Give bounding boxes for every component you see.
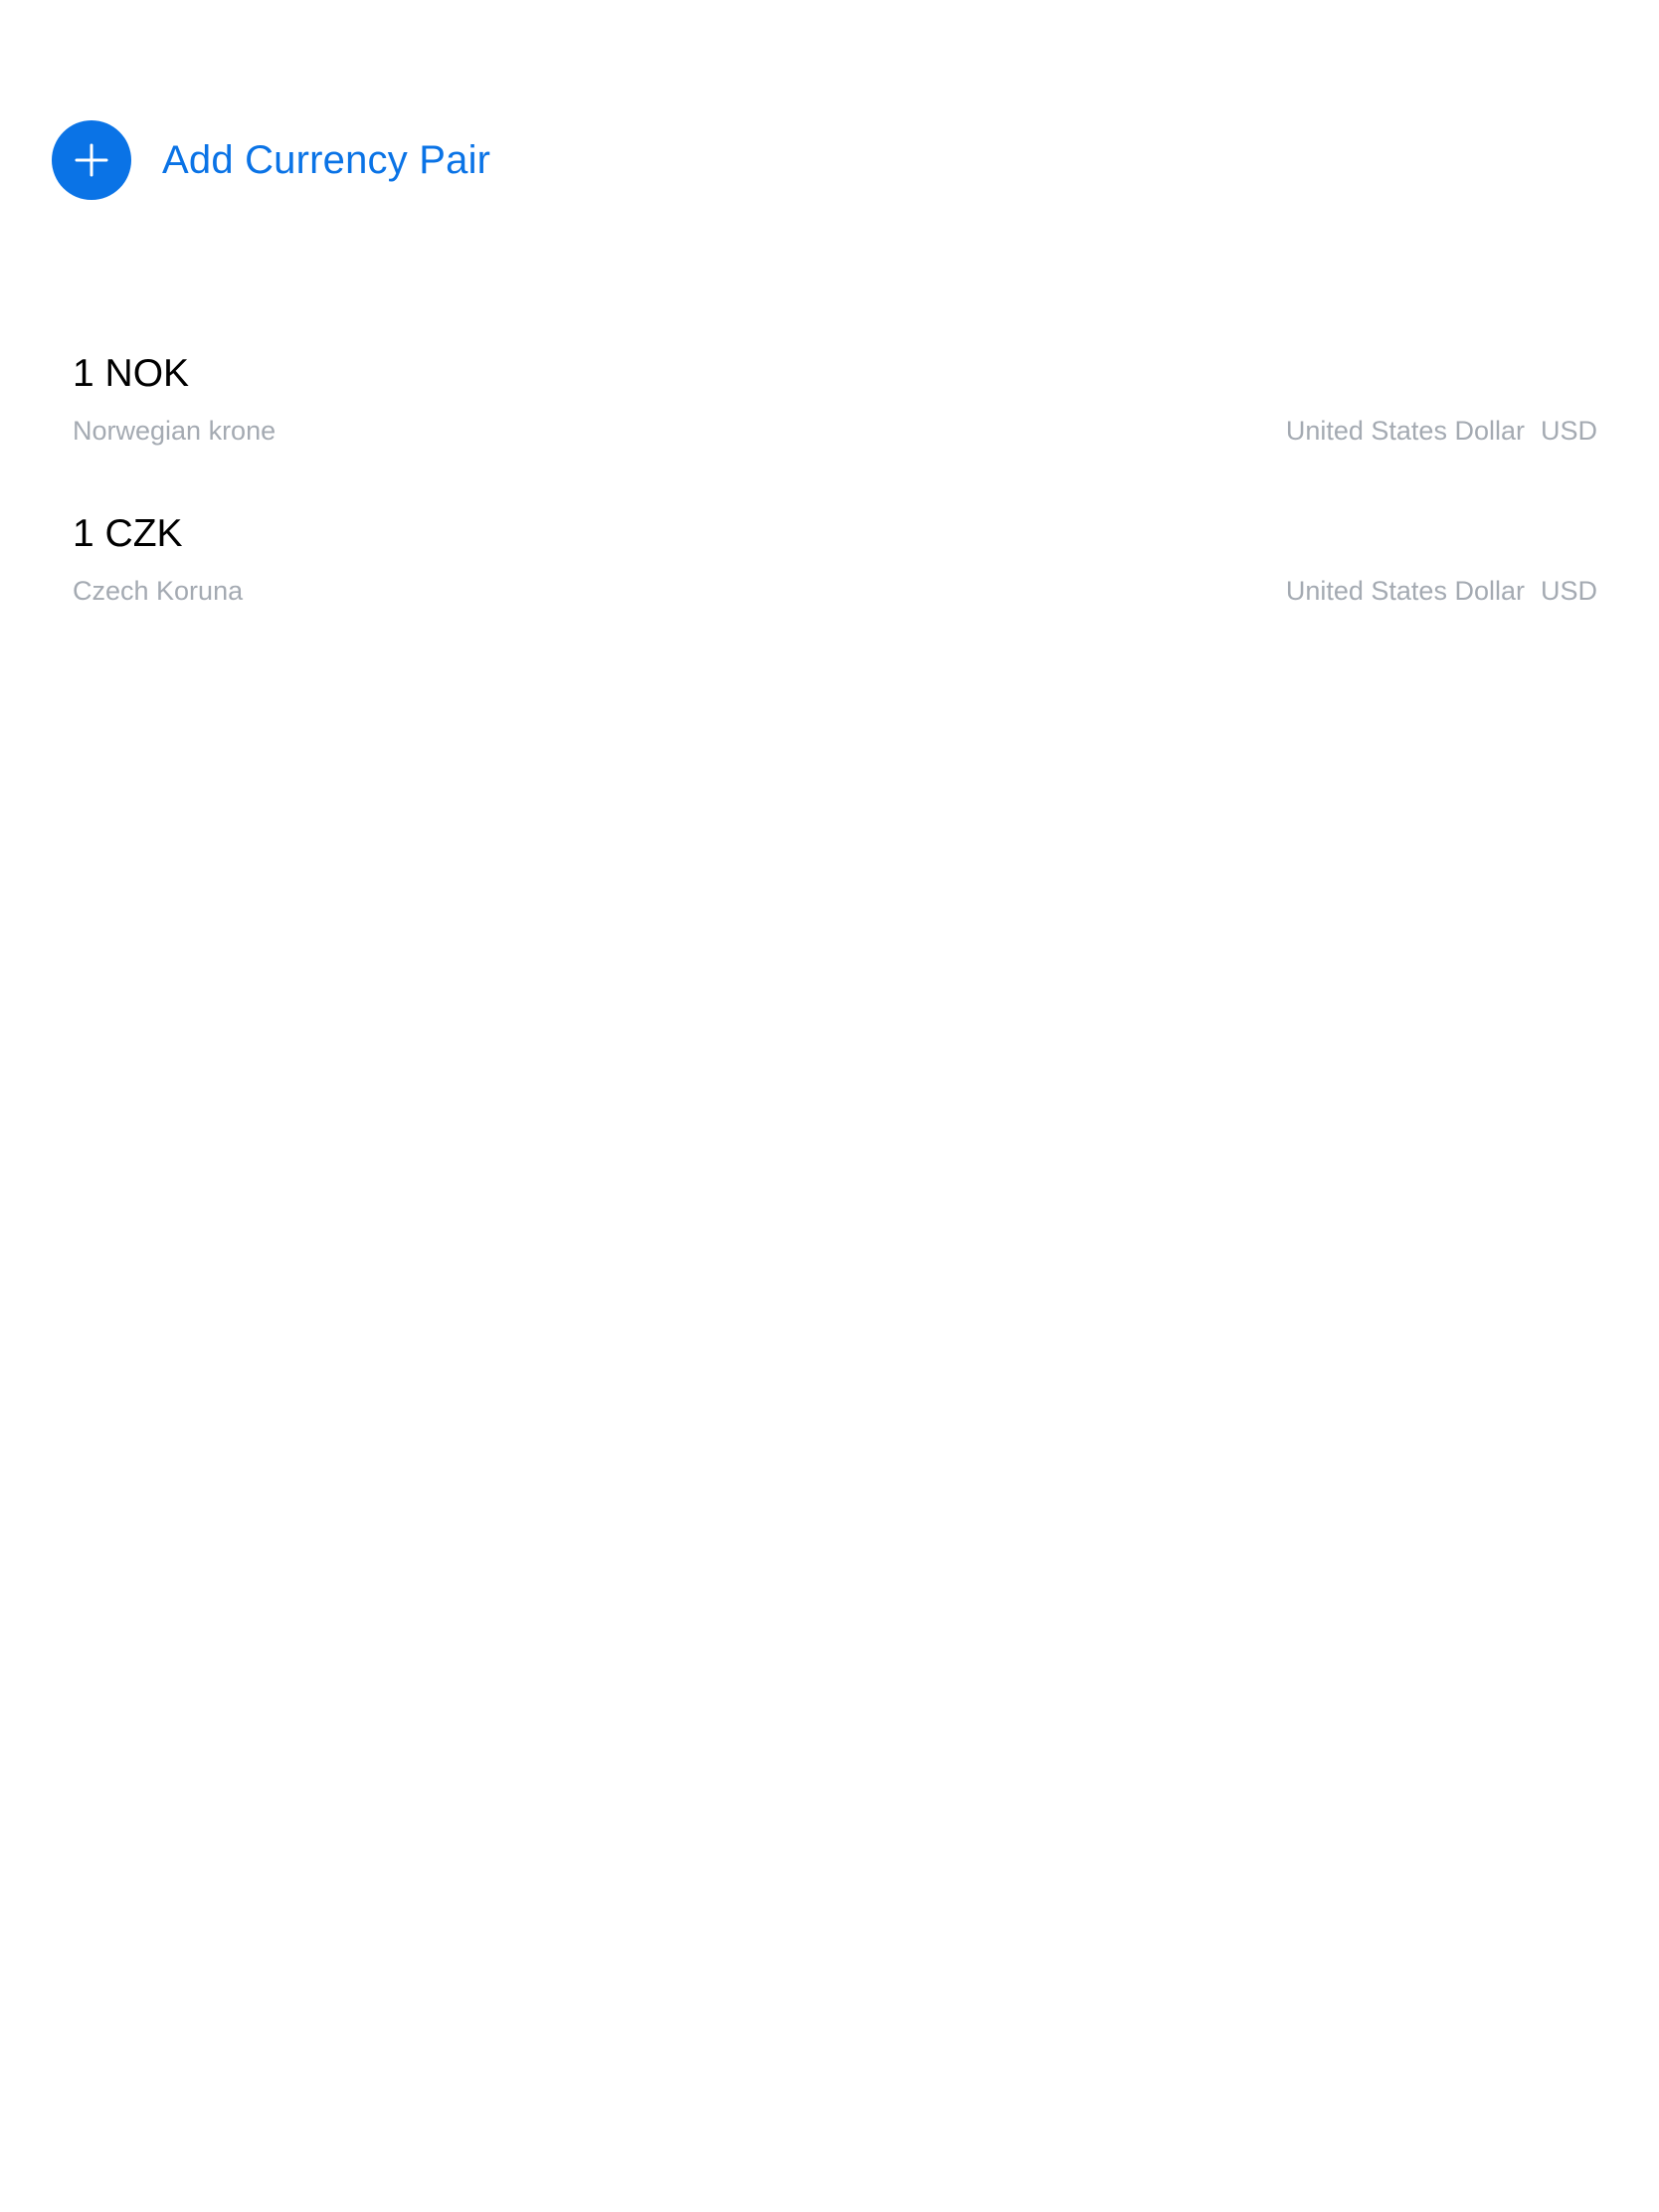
pair-target-name: United States Dollar <box>1285 576 1525 606</box>
pair-target-name: United States Dollar <box>1285 416 1525 446</box>
pair-target-currency: United States Dollar USD <box>1286 416 1597 447</box>
add-circle-button[interactable] <box>52 120 131 200</box>
pair-currency-name: Norwegian krone <box>73 416 276 446</box>
pair-target-code: USD <box>1540 416 1597 446</box>
pair-amount: 1 CZK <box>73 512 183 555</box>
pair-amount: 1 NOK <box>73 352 190 395</box>
add-currency-pair-label[interactable]: Add Currency Pair <box>162 138 490 183</box>
add-currency-pair-button[interactable]: Add Currency Pair <box>52 120 490 200</box>
currency-pair-row-czk[interactable]: 1 CZK Czech Koruna United States Dollar … <box>0 498 1659 658</box>
pair-currency-name: Czech Koruna <box>73 576 244 606</box>
currency-pair-list: 1 NOK Norwegian krone United States Doll… <box>0 338 1659 658</box>
plus-icon <box>75 143 108 177</box>
pair-target-code: USD <box>1540 576 1597 606</box>
pair-target-currency: United States Dollar USD <box>1286 576 1597 607</box>
currency-pair-row-nok[interactable]: 1 NOK Norwegian krone United States Doll… <box>0 338 1659 498</box>
